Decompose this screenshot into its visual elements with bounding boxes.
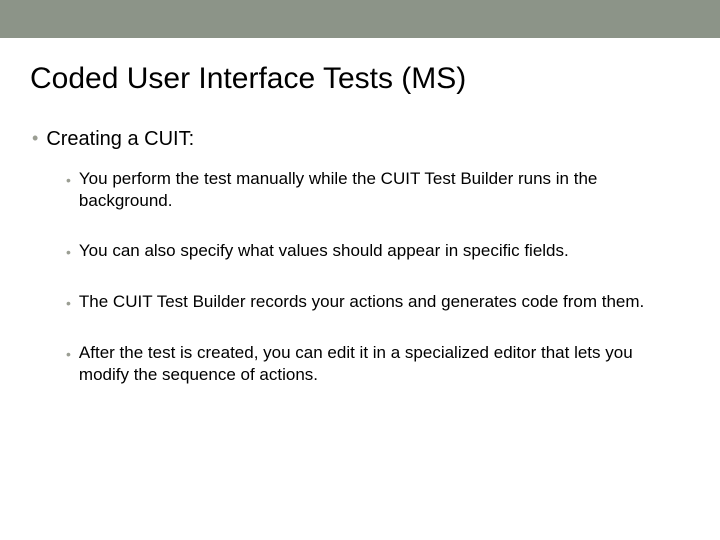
bullet-level2: • After the test is created, you can edi… bbox=[66, 342, 690, 386]
bullet-dot-icon: • bbox=[66, 292, 71, 314]
bullet-level2-text: You perform the test manually while the … bbox=[79, 168, 659, 212]
sub-bullet-list: • You perform the test manually while th… bbox=[66, 168, 690, 386]
bullet-level2-text: After the test is created, you can edit … bbox=[79, 342, 659, 386]
bullet-level2: • You can also specify what values shoul… bbox=[66, 240, 690, 263]
bullet-level2: • The CUIT Test Builder records your act… bbox=[66, 291, 690, 314]
slide-title: Coded User Interface Tests (MS) bbox=[30, 62, 690, 96]
bullet-dot-icon: • bbox=[66, 169, 71, 191]
bullet-dot-icon: • bbox=[66, 241, 71, 263]
bullet-level2: • You perform the test manually while th… bbox=[66, 168, 690, 212]
bullet-dot-icon: • bbox=[66, 343, 71, 365]
slide-top-bar bbox=[0, 0, 720, 38]
bullet-level1: • Creating a CUIT: bbox=[30, 126, 690, 152]
bullet-level2-text: The CUIT Test Builder records your actio… bbox=[79, 291, 644, 313]
bullet-level1-text: Creating a CUIT: bbox=[46, 126, 194, 152]
bullet-level2-text: You can also specify what values should … bbox=[79, 240, 569, 262]
slide-content: Coded User Interface Tests (MS) • Creati… bbox=[0, 38, 720, 386]
bullet-dot-icon: • bbox=[32, 126, 38, 150]
